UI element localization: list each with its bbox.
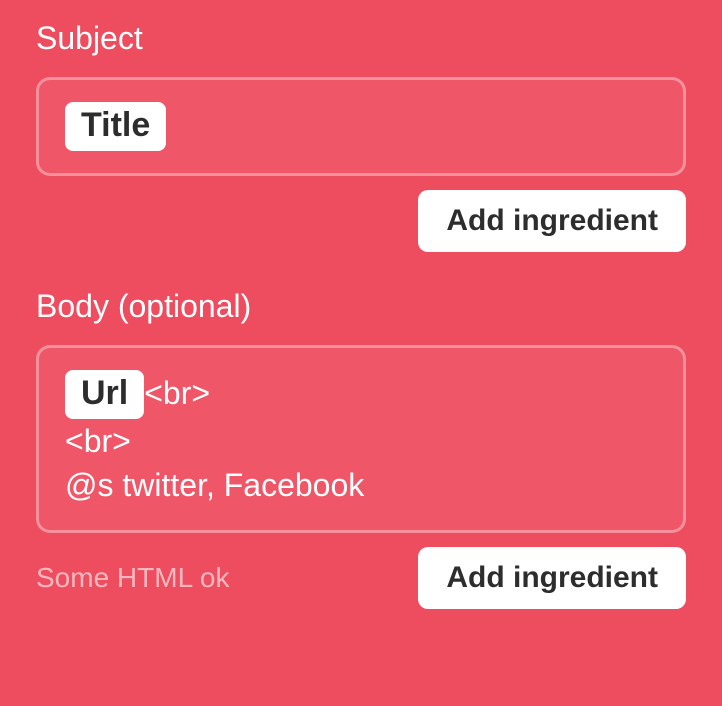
ingredient-chip-title[interactable]: Title	[65, 102, 166, 151]
ingredient-chip-url[interactable]: Url	[65, 370, 144, 419]
body-hint: Some HTML ok	[36, 562, 229, 594]
body-text-after-url: <br>	[144, 375, 210, 411]
body-line-2: <br>	[65, 419, 657, 464]
body-field-group: Body (optional) Url<br> <br> @s twitter,…	[36, 288, 686, 609]
body-button-row: Some HTML ok Add ingredient	[36, 547, 686, 609]
add-ingredient-button-subject[interactable]: Add ingredient	[418, 190, 686, 252]
body-input[interactable]: Url<br> <br> @s twitter, Facebook	[36, 345, 686, 533]
subject-label: Subject	[36, 20, 686, 57]
body-line-3: @s twitter, Facebook	[65, 463, 657, 508]
subject-field-group: Subject Title Add ingredient	[36, 20, 686, 252]
subject-input[interactable]: Title	[36, 77, 686, 176]
body-label: Body (optional)	[36, 288, 686, 325]
subject-button-row: Add ingredient	[36, 190, 686, 252]
add-ingredient-button-body[interactable]: Add ingredient	[418, 547, 686, 609]
